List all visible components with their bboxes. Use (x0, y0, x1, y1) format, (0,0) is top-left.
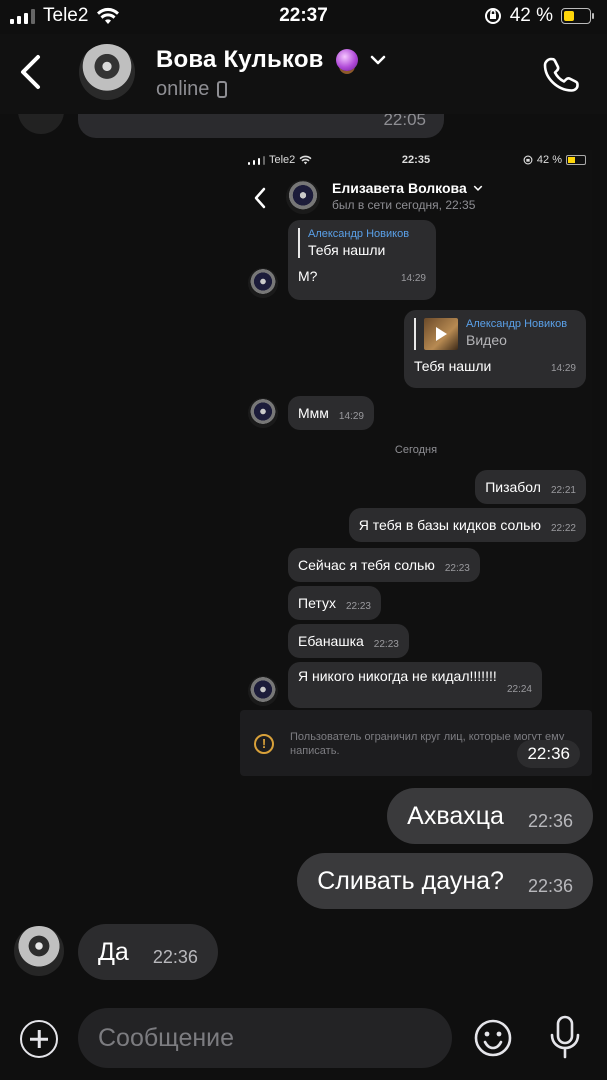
avatar (18, 114, 64, 134)
mobile-device-icon (217, 81, 228, 98)
message-time: 22:23 (444, 562, 470, 574)
screenshot-battery-group: 42 % (523, 154, 586, 166)
play-icon (436, 327, 447, 341)
list-item: Александр Новиков Видео Тебя нашли 14:29 (404, 310, 586, 388)
message-text: Сливать дауна? (317, 866, 504, 895)
battery-group: 42 % (484, 5, 594, 27)
screenshot-header: Елизавета Волкова был в сети сегодня, 22… (240, 174, 592, 224)
composer (0, 994, 607, 1080)
status-bar: Tele2 22:37 42 % (0, 0, 607, 34)
incoming-message[interactable]: Да 22:36 (78, 924, 218, 980)
chevron-down-icon (473, 185, 483, 191)
exclamation-circle-icon: ! (254, 734, 274, 754)
reply-text: Тебя нашли (308, 242, 386, 258)
list-item: Петух 22:23 (288, 586, 381, 620)
avatar (248, 268, 278, 298)
contact-status: online (156, 78, 228, 101)
orientation-lock-icon (523, 155, 533, 165)
video-thumbnail (424, 318, 458, 350)
message-time: 22:23 (373, 638, 399, 650)
message-text: Ммм (298, 405, 329, 421)
avatar (248, 676, 278, 706)
avatar (248, 398, 278, 428)
message-text: Сейчас я тебя солью (298, 557, 435, 573)
chevron-down-icon[interactable] (370, 52, 386, 68)
message-input[interactable] (78, 1008, 452, 1068)
contact-avatar[interactable] (79, 44, 135, 100)
orientation-lock-icon (484, 8, 501, 24)
message-text: Я никого никогда не кидал!!!!!!! (298, 668, 497, 684)
message-text: Петух (298, 595, 336, 611)
screenshot-image[interactable]: Tele2 22:35 42 % Елизавета Волкова был в… (240, 150, 592, 790)
message-time: 14:29 (550, 363, 576, 374)
message-time: 22:36 (152, 946, 198, 967)
screenshot-battery-percent: 42 % (536, 154, 562, 166)
message-text: Ебанашка (298, 633, 364, 649)
back-chevron-icon[interactable] (14, 52, 50, 92)
screenshot-last-seen: был в сети сегодня, 22:35 (332, 198, 476, 212)
screenshot-contact-row: Елизавета Волкова (332, 180, 483, 196)
list-item: Ебанашка 22:23 (288, 624, 409, 658)
screenshot-status-bar: Tele2 22:35 42 % (240, 154, 592, 170)
crystal-ball-emoji (335, 49, 358, 71)
reply-quote: Александр Новиков Видео (414, 318, 576, 350)
avatar (286, 180, 320, 214)
microphone-icon[interactable] (546, 1014, 584, 1060)
list-item: Пизабол 22:21 (475, 470, 586, 504)
battery-level (564, 11, 575, 21)
reply-author: Александр Новиков (466, 318, 568, 330)
outgoing-message[interactable]: Ахвахца 22:36 (387, 788, 593, 844)
message-text: Пизабол (485, 479, 541, 495)
message-text: Тебя нашли (414, 358, 492, 374)
message-time: 22:24 (506, 684, 532, 695)
battery-icon (566, 155, 586, 165)
outgoing-message[interactable]: Сливать дауна? 22:36 (297, 853, 593, 909)
reply-text: Видео (466, 332, 507, 348)
list-item: Я никого никогда не кидал!!!!!!! 22:24 (288, 662, 542, 708)
message-time: 14:29 (338, 410, 364, 422)
plus-icon[interactable] (20, 1020, 58, 1058)
contact-name: Вова Кульков (156, 46, 324, 73)
back-chevron-icon (254, 187, 266, 209)
message-time: 22:22 (550, 522, 576, 534)
message-text: М? (298, 268, 318, 284)
incoming-message[interactable]: 22:05 (78, 114, 444, 138)
emoji-icon[interactable] (473, 1018, 513, 1058)
battery-icon (561, 8, 594, 24)
list-item: Александр Новиков Тебя нашли М? 14:29 (288, 220, 436, 300)
battery-percent: 42 % (509, 5, 553, 26)
reply-author: Александр Новиков (308, 228, 410, 240)
screenshot-contact-name: Елизавета Волкова (332, 180, 467, 196)
message-time: 22:36 (517, 740, 580, 768)
message-time: 22:36 (527, 810, 573, 831)
chat-header: Вова Кульков online (0, 34, 607, 114)
message-text: Я тебя в базы кидков солью (358, 517, 541, 533)
message-time: 22:36 (527, 875, 573, 896)
restriction-notice: ! Пользователь ограничил круг лиц, котор… (240, 710, 592, 776)
contact-name-row[interactable]: Вова Кульков (156, 46, 386, 74)
avatar[interactable] (14, 926, 64, 976)
list-item: Сейчас я тебя солью 22:23 (288, 548, 480, 582)
list-item: Ммм 14:29 (288, 396, 374, 430)
day-separator: Сегодня (394, 444, 438, 456)
message-text: Ахвахца (407, 801, 504, 830)
message-text: Да (98, 937, 129, 966)
message-list[interactable]: 22:05 Tele2 22:35 42 % Елизавета Волкова (0, 114, 607, 994)
reply-quote: Александр Новиков Тебя нашли (298, 228, 426, 258)
list-item: Я тебя в базы кидков солью 22:22 (348, 508, 586, 542)
message-time: 22:05 (383, 114, 426, 129)
online-label: online (156, 78, 210, 100)
phone-icon[interactable] (541, 54, 581, 94)
message-time: 22:23 (345, 600, 371, 612)
message-time: 14:29 (400, 273, 426, 284)
message-time: 22:21 (550, 484, 576, 496)
